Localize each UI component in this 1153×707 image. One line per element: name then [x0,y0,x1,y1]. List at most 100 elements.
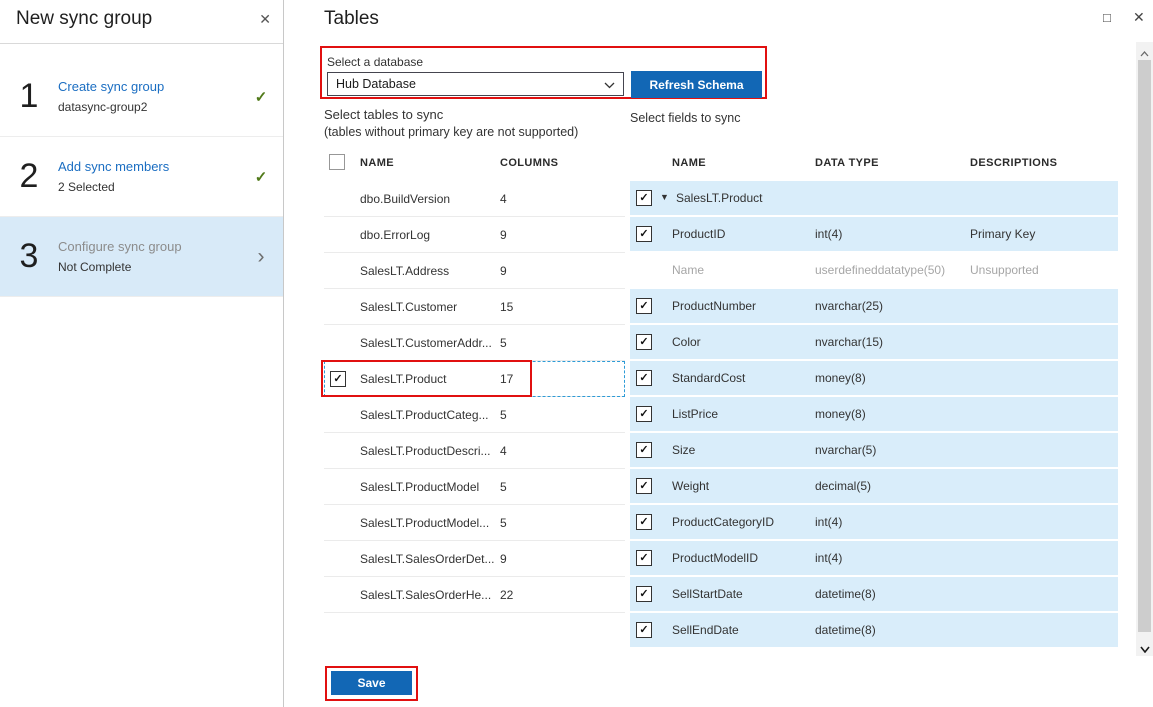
table-name: dbo.ErrorLog [360,228,430,242]
table-row[interactable]: SalesLT.ProductModel... 5 [324,505,625,541]
field-row[interactable]: ✓ProductNumbernvarchar(25) [630,289,1118,323]
field-row[interactable]: Nameuserdefineddatatype(50)Unsupported [630,253,1118,287]
table-column-count: 5 [500,480,507,494]
column-header-name: NAME [360,157,394,169]
table-row[interactable]: SalesLT.SalesOrderDet... 9 [324,541,625,577]
step-subtitle: datasync-group2 [58,100,239,114]
field-description: Unsupported [970,263,1039,277]
select-all-checkbox[interactable] [329,154,345,170]
checkbox-checked-icon[interactable]: ✓ [636,622,652,638]
checkbox-checked-icon[interactable]: ✓ [636,550,652,566]
table-row[interactable]: ✓SalesLT.Product 17 [324,361,625,397]
field-data-type: money(8) [815,407,866,421]
table-name: dbo.BuildVersion [360,192,450,206]
field-name: ListPrice [672,407,718,421]
step-number: 3 [0,237,58,276]
step-number: 2 [0,157,58,196]
refresh-schema-button[interactable]: Refresh Schema [631,71,762,98]
table-row[interactable]: SalesLT.CustomerAddr... 5 [324,325,625,361]
field-name: ProductModelID [672,551,758,565]
table-column-count: 17 [500,372,513,386]
database-label: Select a database [327,55,423,69]
table-name: SalesLT.SalesOrderHe... [360,588,491,602]
collapse-icon[interactable]: ▼ [660,192,669,202]
table-name: SalesLT.ProductCateg... [360,408,489,422]
table-name: SalesLT.ProductModel... [360,516,489,530]
tables-blade: Tables □ ✕ Select a database Hub Databas… [285,0,1153,707]
table-name: SalesLT.CustomerAddr... [360,336,492,350]
field-name: ProductID [672,227,725,241]
chevron-right-icon: › [239,250,283,264]
column-header-name: NAME [672,157,706,169]
table-row[interactable]: SalesLT.SalesOrderHe... 22 [324,577,625,613]
field-row[interactable]: ✓ProductCategoryIDint(4) [630,505,1118,539]
table-row[interactable]: SalesLT.ProductDescri... 4 [324,433,625,469]
table-row[interactable]: SalesLT.Customer 15 [324,289,625,325]
column-header-data-type: DATA TYPE [815,157,879,169]
table-column-count: 15 [500,300,513,314]
field-description: Primary Key [970,227,1035,241]
checkbox-checked-icon[interactable]: ✓ [636,190,652,206]
close-icon[interactable]: ✕ [259,11,271,28]
tables-heading: Select tables to sync [324,107,443,122]
checkbox-checked-icon[interactable]: ✓ [330,371,346,387]
database-dropdown-value: Hub Database [336,77,416,91]
table-row[interactable]: SalesLT.ProductCateg... 5 [324,397,625,433]
table-column-count: 4 [500,192,507,206]
checkbox-checked-icon[interactable]: ✓ [636,586,652,602]
checkbox-checked-icon[interactable]: ✓ [636,406,652,422]
scrollbar-thumb[interactable] [1138,60,1151,632]
table-name: SalesLT.ProductModel [360,480,479,494]
steps-list: 1 Create sync group datasync-group2 ✓2 A… [0,57,283,297]
step-subtitle: 2 Selected [58,180,239,194]
field-row[interactable]: ✓Weightdecimal(5) [630,469,1118,503]
field-data-type: userdefineddatatype(50) [815,263,945,277]
scroll-down-icon[interactable] [1136,640,1153,654]
step-item-2[interactable]: 2 Add sync members 2 Selected ✓ [0,137,283,217]
screen: New sync group ✕ 1 Create sync group dat… [0,0,1153,707]
field-name: SalesLT.Product [676,191,763,205]
scrollbar[interactable] [1136,42,1153,656]
field-data-type: int(4) [815,515,842,529]
table-row[interactable]: dbo.ErrorLog 9 [324,217,625,253]
step-text: Configure sync group Not Complete [58,239,239,274]
step-subtitle: Not Complete [58,260,239,274]
checkbox-checked-icon[interactable]: ✓ [636,370,652,386]
field-row[interactable]: ✓ProductModelIDint(4) [630,541,1118,575]
field-row[interactable]: ✓ProductIDint(4)Primary Key [630,217,1118,251]
table-row[interactable]: SalesLT.Address 9 [324,253,625,289]
checkbox-checked-icon[interactable]: ✓ [636,478,652,494]
tables-rows: dbo.BuildVersion 4dbo.ErrorLog 9SalesLT.… [324,181,625,613]
restore-icon[interactable]: □ [1103,10,1111,25]
field-row[interactable]: ✓StandardCostmoney(8) [630,361,1118,395]
table-row[interactable]: dbo.BuildVersion 4 [324,181,625,217]
checkbox-checked-icon[interactable]: ✓ [636,334,652,350]
column-header-descriptions: DESCRIPTIONS [970,157,1057,169]
blade-header: New sync group ✕ [0,0,283,44]
checkbox-checked-icon[interactable]: ✓ [636,514,652,530]
field-data-type: nvarchar(25) [815,299,883,313]
checkbox-checked-icon[interactable]: ✓ [636,298,652,314]
field-row[interactable]: ✓SellStartDatedatetime(8) [630,577,1118,611]
scroll-up-icon[interactable] [1136,44,1153,58]
step-text: Add sync members 2 Selected [58,159,239,194]
table-column-count: 4 [500,444,507,458]
step-item-1[interactable]: 1 Create sync group datasync-group2 ✓ [0,57,283,137]
table-column-count: 9 [500,228,507,242]
save-button[interactable]: Save [331,671,412,695]
field-row[interactable]: ✓ ▼ SalesLT.Product [630,181,1118,215]
field-row[interactable]: ✓SellEndDatedatetime(8) [630,613,1118,647]
step-item-3[interactable]: 3 Configure sync group Not Complete › [0,217,283,297]
field-row[interactable]: ✓Colornvarchar(15) [630,325,1118,359]
field-row[interactable]: ✓ ListPrice money(8) [630,397,1118,431]
checkbox-checked-icon[interactable]: ✓ [636,226,652,242]
tables-subheading: (tables without primary key are not supp… [324,125,578,139]
checkbox-checked-icon[interactable]: ✓ [636,442,652,458]
checkmark-icon: ✓ [239,88,283,106]
field-row[interactable]: ✓Sizenvarchar(5) [630,433,1118,467]
table-row[interactable]: SalesLT.ProductModel 5 [324,469,625,505]
close-icon[interactable]: ✕ [1133,9,1145,26]
database-dropdown[interactable]: Hub Database [327,72,624,96]
table-name: SalesLT.SalesOrderDet... [360,552,495,566]
database-selector-highlight-box: Select a database Hub Database Refresh S… [320,46,767,99]
